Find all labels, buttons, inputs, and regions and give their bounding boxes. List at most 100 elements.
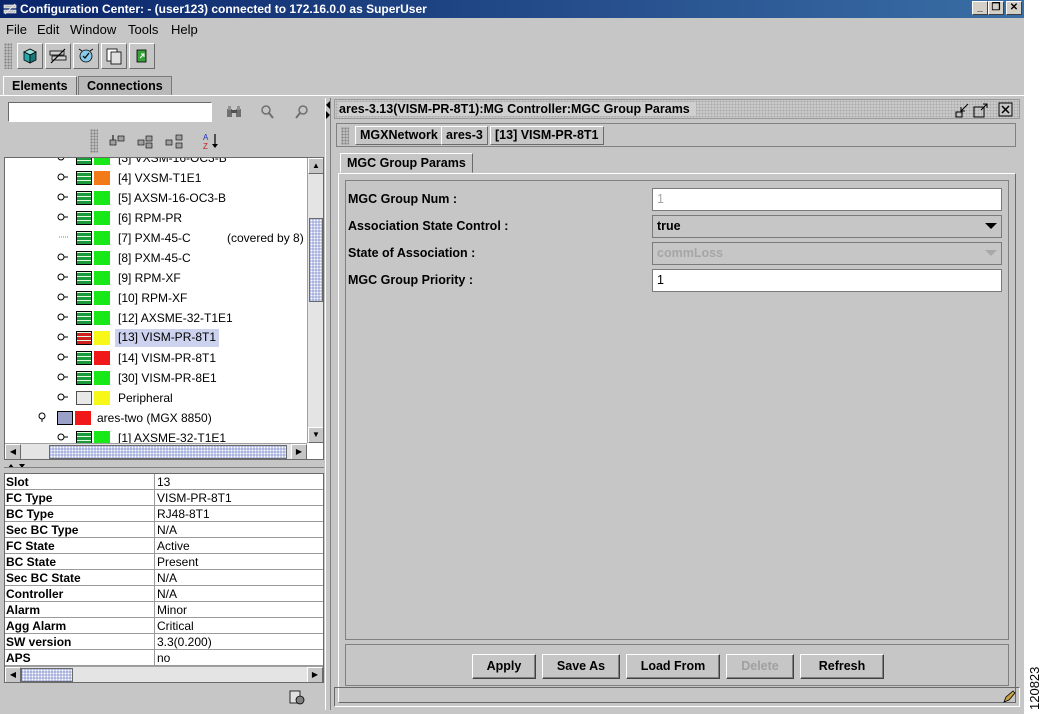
close-button[interactable]: ✕ [1006,1,1022,15]
association-state-control-value: true [657,219,681,233]
breadcrumb-slot-13[interactable]: [13] VISM-PR-8T1 [490,126,604,145]
scroll-left-button[interactable]: ◀ [5,444,21,459]
tree-item[interactable]: [3] VXSM-16-OC3-B [5,157,307,168]
splitter-arrows-icon[interactable] [6,462,30,470]
state-of-association-label: State of Association : [348,246,476,260]
save-as-button[interactable]: Save As [542,654,620,679]
expander-icon[interactable] [57,392,69,402]
tree-item[interactable]: [8] PXM-45-C [5,248,307,268]
scroll-up-button[interactable]: ▲ [308,158,323,174]
tree-scroll-thumb[interactable] [309,218,323,302]
tree-item[interactable]: [4] VXSM-T1E1 [5,168,307,188]
expander-icon[interactable] [57,292,69,302]
tree-item[interactable]: [10] RPM-XF [5,288,307,308]
tree-vertical-scrollbar[interactable]: ▲ ▼ [307,158,323,443]
tree-item[interactable]: [6] RPM-PR [5,208,307,228]
expander-icon[interactable] [57,272,69,282]
expander-icon[interactable] [57,157,69,162]
breadcrumb-ares-3[interactable]: ares-3 [441,126,488,145]
menu-edit[interactable]: Edit [37,22,59,37]
mgc-group-priority-row: MGC Group Priority : 1 [346,266,1008,293]
properties-horizontal-scrollbar[interactable]: ◀ ▶ [5,666,323,682]
expander-icon[interactable] [57,332,69,342]
tab-mgc-group-params[interactable]: MGC Group Params [340,153,473,173]
wizard-button[interactable] [73,43,99,69]
group-tree-icon[interactable] [165,132,183,150]
property-key: FC Type [6,491,53,505]
search-input[interactable] [8,102,212,122]
status-indicator [94,291,110,305]
element-tree[interactable]: [3] VXSM-16-OC3-B [4] VXSM-T1E1 [5] AXSM-1… [4,157,324,460]
tab-connections[interactable]: Connections [78,76,172,95]
expander-icon[interactable] [57,192,69,202]
apply-button[interactable]: Apply [472,654,536,679]
expander-icon[interactable] [57,252,69,262]
tree-toolbar-grip[interactable] [90,129,98,153]
toolbar-grip[interactable] [4,43,12,69]
column-divider [154,490,155,506]
expander-icon[interactable] [57,212,69,222]
collapse-tree-icon[interactable] [136,132,154,150]
clone-button[interactable] [101,43,127,69]
tree-horizontal-scrollbar[interactable]: ◀ ▶ [5,443,307,459]
column-divider [154,554,155,570]
load-from-button[interactable]: Load From [626,654,720,679]
card-icon [76,171,92,185]
tree-item[interactable]: [12] AXSME-32-T1E1 [5,308,307,328]
sort-az-icon[interactable]: A Z [202,132,220,150]
card-icon [76,211,92,225]
export-button[interactable] [129,43,155,69]
splitter-collapse-icon[interactable] [325,100,331,120]
binoculars-icon[interactable] [225,103,243,121]
maximize-frame-icon[interactable] [973,102,989,118]
connection-status-icon[interactable] [288,688,306,706]
scroll-down-button[interactable]: ▼ [308,427,323,443]
props-scroll-left-button[interactable]: ◀ [5,667,21,682]
expander-icon[interactable] [57,432,69,442]
maximize-button[interactable]: ❐ [988,1,1004,15]
menu-tools[interactable]: Tools [128,22,158,37]
status-indicator [94,311,110,325]
expander-icon[interactable] [57,372,69,382]
expander-icon[interactable] [57,172,69,182]
mgc-group-priority-input[interactable]: 1 [652,269,1002,292]
props-scroll-right-button[interactable]: ▶ [307,667,323,682]
minimize-frame-icon[interactable] [955,102,971,118]
tab-elements[interactable]: Elements [3,76,77,96]
expand-tree-icon[interactable] [108,132,126,150]
tree-hscroll-thumb[interactable] [49,445,287,459]
minimize-button[interactable]: _ [972,1,988,15]
expander-icon[interactable] [57,352,69,362]
layers-button[interactable] [45,43,71,69]
menu-help[interactable]: Help [171,22,198,37]
tree-item[interactable]: [13] VISM-PR-8T1 [5,328,307,348]
expander-icon[interactable] [57,312,69,322]
tree-item[interactable]: [14] VISM-PR-8T1 [5,348,307,368]
tree-item[interactable]: Peripheral [5,388,307,408]
cube-button[interactable] [17,43,43,69]
vertical-splitter[interactable] [325,98,331,710]
tree-item[interactable]: [30] VISM-PR-8E1 [5,368,307,388]
property-key: Alarm [6,603,41,617]
close-frame-icon[interactable] [998,102,1014,118]
tree-item[interactable]: ares-two (MGX 8850) [5,408,307,428]
scroll-right-button[interactable]: ▶ [291,444,307,459]
menu-window[interactable]: Window [70,22,116,37]
find-next-icon[interactable] [258,103,276,121]
tree-item[interactable]: [7] PXM-45-C (covered by 8) [5,228,307,248]
button-bar: Apply Save As Load From Delete Refresh [345,644,1009,686]
refresh-button[interactable]: Refresh [800,654,884,679]
property-row: APS no [5,650,323,666]
breadcrumb-mgxnetwork[interactable]: MGXNetwork [355,126,443,145]
node-expander-icon[interactable] [38,412,50,422]
menu-file[interactable]: File [6,22,27,37]
expander-icon[interactable] [57,232,69,242]
tree-item-label: Peripheral [118,391,173,405]
props-hscroll-thumb[interactable] [21,668,73,682]
pencil-icon[interactable] [1001,689,1017,705]
tree-item[interactable]: [5] AXSM-16-OC3-B [5,188,307,208]
find-previous-icon[interactable] [293,103,311,121]
property-key: Controller [6,587,64,601]
tree-item[interactable]: [9] RPM-XF [5,268,307,288]
association-state-control-select[interactable]: true [652,215,1002,238]
